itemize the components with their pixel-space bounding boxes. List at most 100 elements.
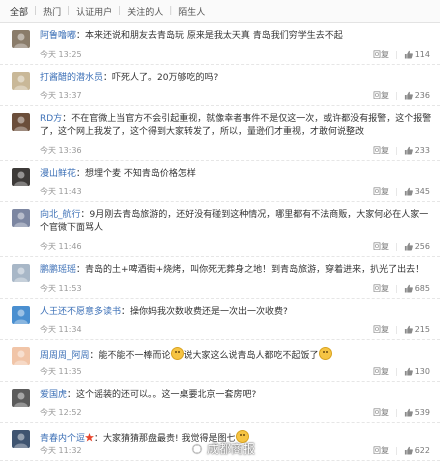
- comment-text: 能不能不一棒而论: [98, 351, 171, 361]
- comment-timestamp: 今天 11:46: [40, 242, 82, 251]
- thumbs-up-icon: [404, 50, 413, 59]
- watermark-logo-icon: [190, 442, 204, 455]
- avatar[interactable]: [12, 306, 30, 324]
- colon: ：: [94, 434, 104, 444]
- avatar[interactable]: [12, 113, 30, 131]
- thumbs-up-icon: [404, 146, 413, 155]
- comment-body: 打酱醋的潜水员：吓死人了。20万够吃的吗?: [40, 72, 432, 85]
- tab-all[interactable]: 全部: [4, 5, 34, 18]
- comment-username[interactable]: 人王还不愿意多读书: [40, 307, 121, 317]
- like-count: 215: [414, 325, 430, 334]
- thumbs-up-icon: [404, 446, 413, 455]
- reply-button[interactable]: 回复: [373, 145, 389, 156]
- comment-text: 青岛的土+啤酒街+烧烤，叫你死无葬身之地！到青岛旅游，穿着进来，扒光了出去！: [85, 265, 425, 275]
- colon: ：: [103, 73, 113, 83]
- comment-item: 周周周_阿周：能不能不一棒而论 说大家这么说青岛人都吃不起饭了 今天 11:35 …: [0, 340, 440, 382]
- thumbs-up-icon: [404, 242, 413, 251]
- thumbs-up-icon: [404, 187, 413, 196]
- comment-body: RD方：不在官微上当官方不会引起重视，就像幸者事件不是仅这一次，或许都没有报警，…: [40, 113, 432, 139]
- divider: |: [395, 367, 398, 376]
- tab-verified-users[interactable]: 认证用户: [70, 5, 118, 18]
- comment-body: 漫山鲜花：想埋个麦 不知青岛价格怎样: [40, 168, 432, 181]
- like-button[interactable]: 236: [404, 91, 430, 100]
- like-count: 345: [414, 187, 430, 196]
- avatar[interactable]: [12, 168, 30, 186]
- comment-username[interactable]: 鹏鹏瑶瑶: [40, 265, 76, 275]
- avatar[interactable]: [12, 264, 30, 282]
- reply-button[interactable]: 回复: [373, 445, 389, 456]
- comment-item: 爱国虎：这个谣装的还可以。。这一桌要北京一套房吧? 今天 12:52 回复 | …: [0, 382, 440, 423]
- tab-strangers[interactable]: 陌生人: [172, 5, 211, 18]
- thumbs-up-icon: [404, 367, 413, 376]
- comment-actions: 回复 | 539: [373, 407, 430, 418]
- reply-button[interactable]: 回复: [373, 324, 389, 335]
- avatar[interactable]: [12, 347, 30, 365]
- tab-hot[interactable]: 热门: [37, 5, 67, 18]
- comment-username[interactable]: 周周周_阿周: [40, 351, 90, 361]
- thumbs-up-icon: [404, 284, 413, 293]
- reply-button[interactable]: 回复: [373, 186, 389, 197]
- star-badge-icon: [85, 433, 95, 442]
- reply-button[interactable]: 回复: [373, 407, 389, 418]
- comment-body: 鹏鹏瑶瑶：青岛的土+啤酒街+烧烤，叫你死无葬身之地！到青岛旅游，穿着进来，扒光了…: [40, 264, 432, 277]
- comment-actions: 回复 | 233: [373, 145, 430, 156]
- like-button[interactable]: 233: [404, 146, 430, 155]
- comment-item: 漫山鲜花：想埋个麦 不知青岛价格怎样 今天 11:43 回复 | 345: [0, 161, 440, 202]
- colon: ：: [67, 390, 77, 400]
- comment-actions: 回复 | 685: [373, 283, 430, 294]
- reply-button[interactable]: 回复: [373, 49, 389, 60]
- comment-item: RD方：不在官微上当官方不会引起重视，就像幸者事件不是仅这一次，或许都没有报警，…: [0, 106, 440, 161]
- comment-actions: 回复 | 345: [373, 186, 430, 197]
- like-button[interactable]: 539: [404, 408, 430, 417]
- comment-username[interactable]: 漫山鲜花: [40, 169, 76, 179]
- comment-timestamp: 今天 11:35: [40, 367, 82, 376]
- comment-username[interactable]: 青春内个逗: [40, 434, 85, 444]
- comment-username[interactable]: 爱国虎: [40, 390, 67, 400]
- comment-item: 人王还不愿意多读书：操你妈我次数收费还是一次出一次收费? 今天 11:34 回复…: [0, 299, 440, 340]
- comment-username[interactable]: 打酱醋的潜水员: [40, 73, 103, 83]
- like-button[interactable]: 130: [404, 367, 430, 376]
- avatar[interactable]: [12, 30, 30, 48]
- like-button[interactable]: 114: [404, 50, 430, 59]
- comment-text: 操你妈我次数收费还是一次出一次收费?: [130, 307, 288, 317]
- smile-emoji-icon: [318, 347, 332, 360]
- comment-actions: 回复 | 114: [373, 49, 430, 60]
- comment-username[interactable]: 向北_航行: [40, 210, 81, 220]
- avatar[interactable]: [12, 72, 30, 90]
- colon: ：: [62, 114, 72, 124]
- like-count: 236: [414, 91, 430, 100]
- reply-button[interactable]: 回复: [373, 283, 389, 294]
- comment-timestamp: 今天 13:25: [40, 50, 82, 59]
- comment-username[interactable]: RD方: [40, 114, 62, 124]
- like-count: 256: [414, 242, 430, 251]
- comment-actions: 回复 | 130: [373, 366, 430, 377]
- like-count: 539: [414, 408, 430, 417]
- thumbs-up-icon: [404, 408, 413, 417]
- reply-button[interactable]: 回复: [373, 241, 389, 252]
- divider: |: [395, 325, 398, 334]
- like-button[interactable]: 685: [404, 284, 430, 293]
- avatar[interactable]: [12, 209, 30, 227]
- divider: |: [395, 446, 398, 455]
- avatar[interactable]: [12, 389, 30, 407]
- comment-timestamp: 今天 13:37: [40, 91, 82, 100]
- reply-button[interactable]: 回复: [373, 90, 389, 101]
- divider: |: [395, 242, 398, 251]
- like-button[interactable]: 345: [404, 187, 430, 196]
- comment-text: 这个谣装的还可以。。这一桌要北京一套房吧?: [76, 390, 257, 400]
- like-button[interactable]: 215: [404, 325, 430, 334]
- comment-timestamp: 今天 12:52: [40, 408, 82, 417]
- comment-body: 爱国虎：这个谣装的还可以。。这一桌要北京一套房吧?: [40, 389, 432, 402]
- watermark-text: 成都商报: [207, 442, 256, 456]
- reply-button[interactable]: 回复: [373, 366, 389, 377]
- avatar[interactable]: [12, 430, 30, 448]
- tab-following[interactable]: 关注的人: [121, 5, 169, 18]
- like-button[interactable]: 256: [404, 242, 430, 251]
- like-button[interactable]: 622: [404, 446, 430, 455]
- comment-timestamp: 今天 11:34: [40, 325, 82, 334]
- comment-body: 向北_航行：9月刚去青岛旅游的，还好没有碰到这种情况，哪里都有不法商贩，大家何必…: [40, 209, 432, 235]
- comment-item: 打酱醋的潜水员：吓死人了。20万够吃的吗? 今天 13:37 回复 | 236: [0, 65, 440, 106]
- comment-username[interactable]: 阿鲁噜嘟: [40, 31, 76, 41]
- comment-timestamp: 今天 13:36: [40, 146, 82, 155]
- comment-body: 周周周_阿周：能不能不一棒而论 说大家这么说青岛人都吃不起饭了: [40, 347, 432, 363]
